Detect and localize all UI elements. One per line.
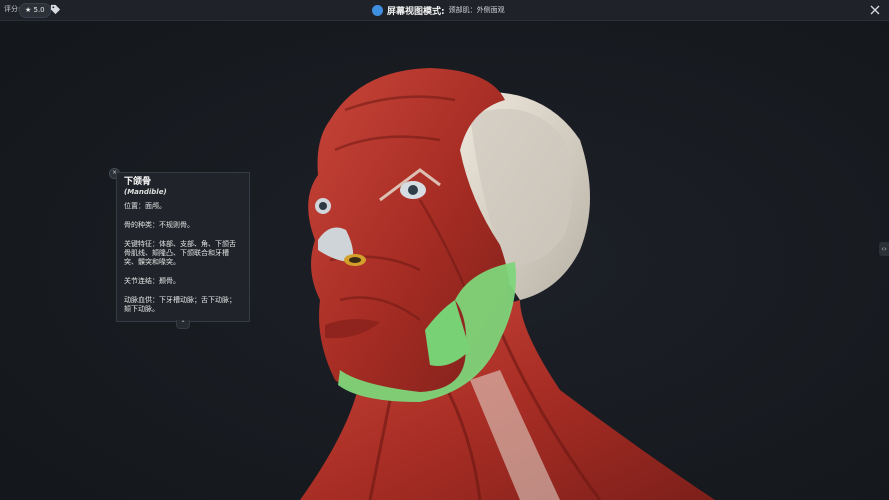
view-mode-title: 屏幕视图模式: 颈部肌：外侧面观 — [372, 3, 505, 17]
structure-latin-name: (Mandible) — [124, 188, 167, 196]
structure-blood-supply: 动脉血供：下牙槽动脉；舌下动脉；颏下动脉。 — [124, 296, 236, 313]
screen-mode-icon[interactable] — [372, 4, 383, 16]
view-mode-label: 屏幕视图模式: — [387, 6, 445, 17]
chevron-up-icon[interactable]: ⌃ — [176, 320, 190, 329]
view-name: 颈部肌：外侧面观 — [448, 6, 505, 14]
top-toolbar: 评分: ★ 5.0 屏幕视图模式: 颈部肌：外侧面观 — [0, 0, 889, 21]
structure-bone-type: 骨的种类：不规则骨。 — [124, 221, 194, 229]
structure-location: 位置：面颅。 — [124, 202, 166, 210]
tag-icon[interactable] — [50, 4, 61, 15]
side-panel-handle-icon[interactable]: ‹› — [879, 242, 889, 256]
structure-features: 关键特征：体部、支部、角、下颌舌骨肌线、颏隆凸、下颌联合和牙槽突、髁突和喙突。 — [124, 240, 236, 266]
structure-joints: 关节连结：颞骨。 — [124, 277, 180, 285]
rating-badge[interactable]: ★ 5.0 — [19, 3, 51, 18]
structure-info-panel: 下颌骨 (Mandible) 位置：面颅。 骨的种类：不规则骨。 关键特征：体部… — [116, 172, 250, 322]
structure-title: 下颌骨 — [124, 177, 152, 187]
rating-label: 评分: — [4, 5, 21, 13]
close-icon[interactable] — [869, 4, 881, 16]
